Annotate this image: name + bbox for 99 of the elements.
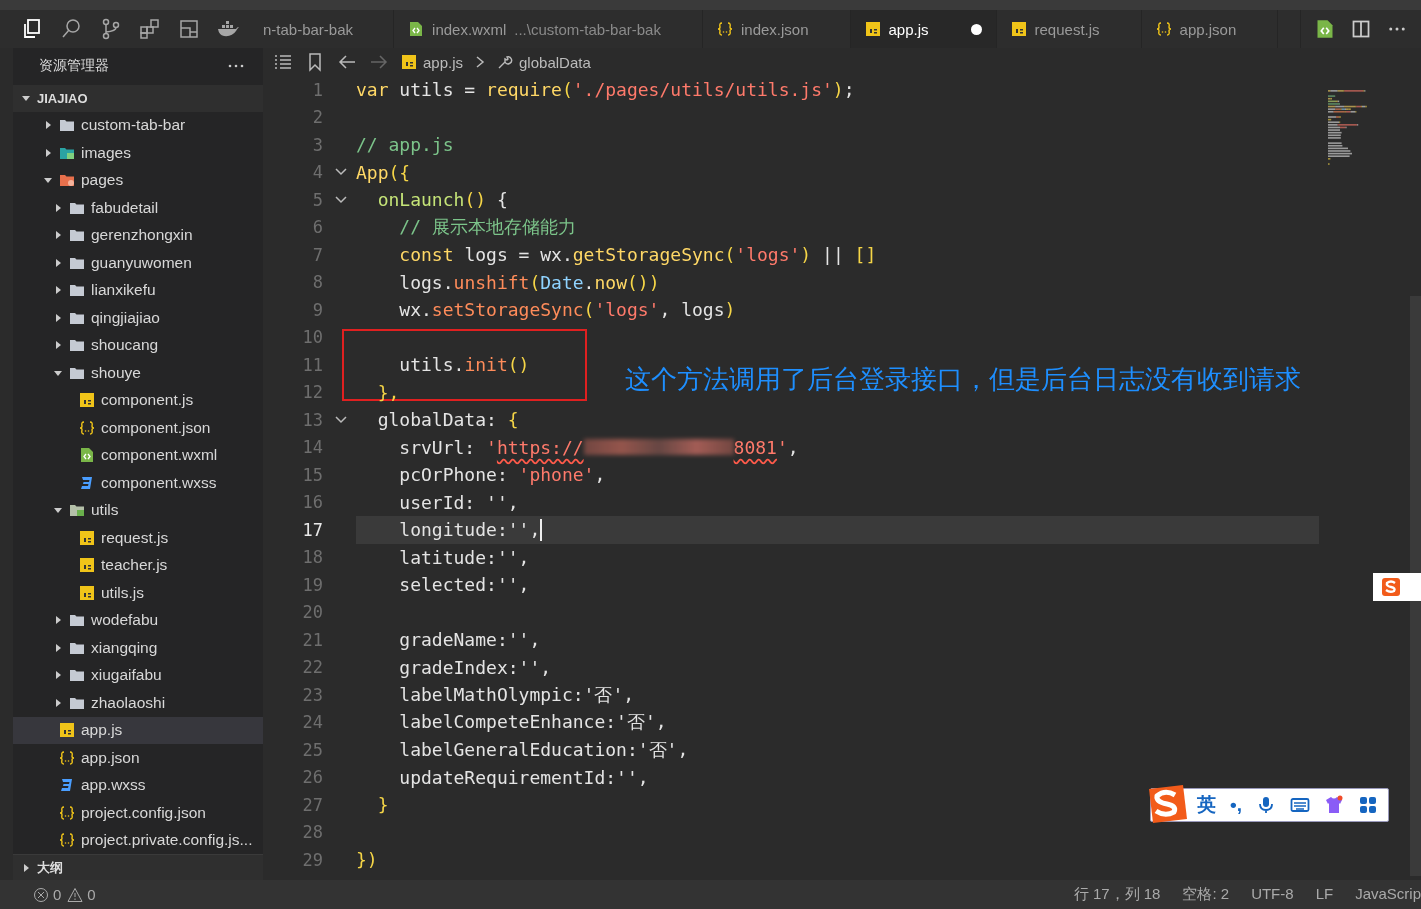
line-number: 10 xyxy=(301,327,323,348)
status-item[interactable]: LF xyxy=(1315,885,1334,904)
error-count[interactable]: 0 xyxy=(33,886,62,903)
folder-item[interactable]: zhaolaoshi xyxy=(13,689,263,717)
status-item[interactable]: JavaScrip xyxy=(1355,885,1421,904)
code-line: updateRequirementId:'', xyxy=(398,765,649,790)
editor-tab[interactable]: n-tab-bar-bak xyxy=(263,10,395,48)
line-number: 15 xyxy=(301,464,323,485)
file-item[interactable]: project.private.config.js... xyxy=(13,826,263,855)
folder-item[interactable]: xiangqing xyxy=(13,634,263,662)
project-section-header[interactable]: JIAJIAO xyxy=(13,84,263,112)
outline-section-header[interactable]: 大纲 xyxy=(13,854,263,880)
line-number: 24 xyxy=(301,712,323,733)
code-line: logs.unshift(Date.now()) xyxy=(398,270,660,295)
code-line: userId: '', xyxy=(398,490,519,515)
code-line: } xyxy=(376,793,389,818)
folder-item[interactable]: qingjiajiao xyxy=(13,304,263,332)
code-line: longitude:'', xyxy=(398,518,541,543)
line-number: 22 xyxy=(301,657,323,678)
status-item[interactable]: UTF-8 xyxy=(1251,885,1294,904)
folder-item[interactable]: wodefabu xyxy=(13,606,263,635)
code-line: onLaunch() { xyxy=(376,188,508,213)
line-number: 7 xyxy=(311,244,323,265)
code-line: srvUrl: 'https:// 8081', xyxy=(398,435,799,460)
folder-item[interactable]: utils xyxy=(13,496,263,525)
folder-item[interactable]: shouye xyxy=(13,359,263,387)
line-number: 28 xyxy=(301,822,323,843)
folder-item[interactable]: lianxikefu xyxy=(13,276,263,305)
line-number: 16 xyxy=(301,492,323,513)
line-number: 25 xyxy=(301,739,323,760)
code-line: globalData: { xyxy=(376,408,519,433)
code-line: // app.js xyxy=(356,133,454,158)
ime-label[interactable]: •, xyxy=(1230,794,1242,816)
line-number: 19 xyxy=(301,574,323,595)
folder-item[interactable]: xiugaifabu xyxy=(13,661,263,690)
code-line: labelCompeteEnhance:'否', xyxy=(398,710,667,735)
line-number: 9 xyxy=(311,299,323,320)
file-item[interactable]: project.config.json xyxy=(13,799,263,827)
line-number: 13 xyxy=(301,409,323,430)
folder-item[interactable]: gerenzhongxin xyxy=(13,221,263,250)
line-number: 2 xyxy=(311,107,323,128)
file-item[interactable]: app.json xyxy=(13,744,263,772)
code-line: latitude:'', xyxy=(398,545,530,570)
folder-item[interactable]: fabudetail xyxy=(13,194,263,222)
line-number: 21 xyxy=(301,629,323,650)
code-line: utils.init() xyxy=(398,353,530,378)
file-item[interactable]: teacher.js xyxy=(13,551,263,580)
file-item[interactable]: component.json xyxy=(13,414,263,442)
folder-item[interactable]: guanyuwomen xyxy=(13,249,263,277)
status-item[interactable]: 行 17，列 18 xyxy=(1073,885,1161,904)
folder-item[interactable]: pages xyxy=(13,166,263,195)
line-number: 1 xyxy=(311,79,323,100)
line-number: 18 xyxy=(301,547,323,568)
code-line: selected:'', xyxy=(398,573,530,598)
file-item[interactable]: app.wxss xyxy=(13,771,263,800)
input-method-toolbar[interactable]: 英 •, xyxy=(1150,788,1389,822)
file-item[interactable]: component.js xyxy=(13,386,263,415)
breadcrumb-item[interactable]: app.js xyxy=(401,53,464,71)
code-line: App({ xyxy=(356,160,411,185)
code-line: labelMathOlympic:'否', xyxy=(398,682,635,707)
code-line: }, xyxy=(376,380,400,405)
line-number: 5 xyxy=(311,189,323,210)
folder-item[interactable]: images xyxy=(13,139,263,167)
file-item[interactable]: component.wxml xyxy=(13,441,263,470)
line-number: 20 xyxy=(301,602,323,623)
line-number: 11 xyxy=(301,354,323,375)
editor-tab[interactable]: app.js xyxy=(850,10,997,48)
code-line: gradeName:'', xyxy=(398,628,541,653)
folder-item[interactable]: custom-tab-bar xyxy=(13,111,263,140)
line-number: 27 xyxy=(301,794,323,815)
folder-item[interactable]: shoucang xyxy=(13,331,263,360)
breadcrumb-item[interactable]: globalData xyxy=(497,53,591,71)
file-item[interactable]: utils.js xyxy=(13,579,263,607)
ime-label[interactable]: 英 xyxy=(1197,792,1216,818)
annotation-text: 这个方法调用了后台登录接口，但是后台日志没有收到请求 xyxy=(625,363,1301,396)
line-number: 3 xyxy=(311,134,323,155)
line-number: 17 xyxy=(301,519,323,540)
line-number: 6 xyxy=(311,217,323,238)
file-item[interactable]: component.wxss xyxy=(13,469,263,497)
status-item[interactable]: 空格: 2 xyxy=(1182,885,1230,904)
line-number: 8 xyxy=(311,272,323,293)
line-number: 29 xyxy=(301,849,323,870)
line-number: 23 xyxy=(301,684,323,705)
code-line: pcOrPhone: 'phone', xyxy=(398,463,606,488)
line-number: 26 xyxy=(301,767,323,788)
line-number: 14 xyxy=(301,437,323,458)
file-item[interactable]: app.js xyxy=(13,716,263,745)
code-line: var utils = require('./pages/utils/utils.js'); xyxy=(356,78,855,103)
code-line: const logs = wx.getStorageSync('logs') || [] xyxy=(398,243,877,268)
line-number: 12 xyxy=(301,382,323,403)
file-item[interactable]: request.js xyxy=(13,524,263,552)
sidebar-title: 资源管理器 xyxy=(39,57,109,76)
code-line: gradeIndex:'', xyxy=(398,655,552,680)
code-line: }) xyxy=(356,848,378,873)
code-line: // 展示本地存储能力 xyxy=(398,215,576,240)
code-line: wx.setStorageSync('logs', logs) xyxy=(398,298,736,323)
line-number: 4 xyxy=(311,162,323,183)
warning-count[interactable]: 0 xyxy=(67,886,96,903)
code-line: labelGeneralEducation:'否', xyxy=(398,737,689,762)
